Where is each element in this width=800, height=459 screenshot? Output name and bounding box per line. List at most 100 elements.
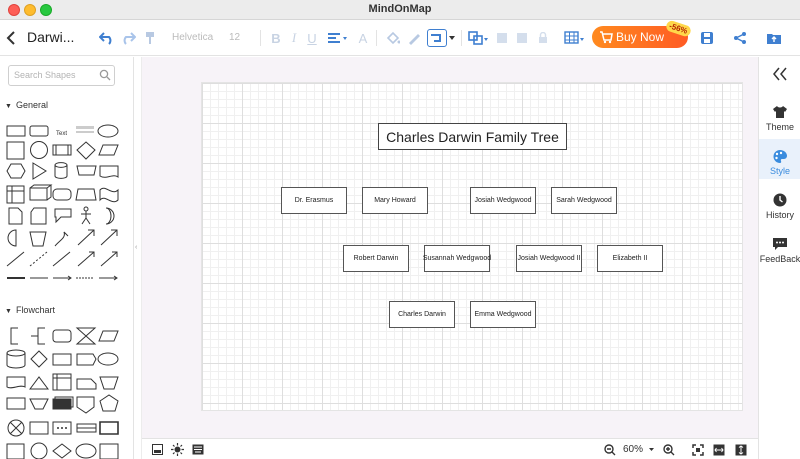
zoom-in-icon[interactable] bbox=[663, 444, 675, 456]
share-icon bbox=[734, 32, 746, 44]
outline-icon[interactable] bbox=[152, 444, 163, 455]
lock-icon bbox=[539, 32, 547, 43]
text-shape: Text bbox=[56, 131, 67, 137]
underline-icon[interactable]: U bbox=[304, 20, 320, 56]
send-back-button[interactable] bbox=[514, 20, 530, 56]
node-robert-darwin[interactable]: Robert Darwin bbox=[343, 245, 409, 272]
shape-library-panel: Search Shapes ▼ General Text ▼ Flowchart bbox=[0, 57, 134, 459]
search-icon bbox=[99, 69, 111, 81]
layer-up-icon bbox=[497, 33, 507, 43]
redo-button[interactable] bbox=[118, 20, 138, 56]
align-icon bbox=[328, 33, 347, 43]
panel-tab-history-label: History bbox=[765, 210, 794, 220]
panel-divider[interactable] bbox=[134, 57, 142, 459]
node-susannah-wedgwood[interactable]: Susannah Wedgwood bbox=[423, 245, 491, 272]
pen-icon bbox=[409, 34, 420, 45]
chevron-down-icon[interactable] bbox=[649, 448, 654, 451]
bold-icon[interactable]: B bbox=[268, 20, 284, 56]
table-button[interactable] bbox=[563, 20, 585, 56]
panel-tab-theme-label: Theme bbox=[765, 122, 794, 132]
node-charles-darwin[interactable]: Charles Darwin bbox=[389, 301, 455, 328]
arrange-button[interactable] bbox=[467, 20, 489, 56]
buy-now-label: Buy Now bbox=[616, 30, 665, 44]
node-sarah-wedgwood[interactable]: Sarah Wedgwood bbox=[551, 187, 617, 214]
lock-button[interactable] bbox=[535, 20, 551, 56]
section-general[interactable]: ▼ General bbox=[5, 100, 48, 110]
fit-width-icon[interactable] bbox=[713, 444, 725, 456]
triangle-down-icon: ▼ bbox=[5, 103, 12, 110]
node-josiah-wedgwood-ii[interactable]: Josiah Wedgwood II bbox=[516, 245, 582, 272]
italic-icon[interactable]: I bbox=[286, 20, 302, 56]
document-title[interactable]: Darwi... bbox=[27, 29, 74, 45]
panel-tab-feedback-label: FeedBack bbox=[759, 254, 800, 264]
zoom-level[interactable]: 60% bbox=[623, 444, 643, 455]
divider bbox=[461, 30, 462, 46]
triangle-down-icon: ▼ bbox=[5, 308, 12, 315]
fit-screen-icon[interactable] bbox=[692, 444, 704, 456]
node-josiah-wedgwood[interactable]: Josiah Wedgwood bbox=[470, 187, 536, 214]
export-icon bbox=[767, 34, 781, 44]
panel-tab-feedback[interactable]: FeedBack bbox=[759, 227, 800, 267]
node-emma-wedgwood[interactable]: Emma Wedgwood bbox=[470, 301, 536, 328]
font-size-select[interactable]: 12 bbox=[229, 32, 240, 43]
chevron-left-icon bbox=[6, 31, 15, 45]
undo-icon bbox=[99, 32, 112, 45]
double-chevron-left-icon bbox=[773, 67, 787, 81]
text-color-icon[interactable]: A bbox=[355, 20, 371, 56]
paint-bucket-icon bbox=[386, 31, 400, 45]
feedback-icon bbox=[773, 238, 787, 250]
theme-sun-icon[interactable] bbox=[171, 443, 184, 456]
shape-search-input[interactable]: Search Shapes bbox=[8, 65, 115, 86]
diagram-page[interactable]: Charles Darwin Family Tree Dr. Erasmus M… bbox=[201, 82, 743, 411]
table-icon bbox=[564, 31, 584, 44]
fullscreen-icon[interactable] bbox=[735, 444, 747, 456]
shirt-icon bbox=[773, 106, 787, 118]
bring-front-button[interactable] bbox=[494, 20, 510, 56]
collapse-left-panel-icon[interactable]: ‹ bbox=[135, 244, 137, 251]
diagram-title-node[interactable]: Charles Darwin Family Tree bbox=[378, 123, 567, 150]
cart-icon bbox=[600, 31, 613, 44]
undo-button[interactable] bbox=[97, 20, 117, 56]
fill-color-button[interactable] bbox=[384, 20, 402, 56]
node-elizabeth-ii[interactable]: Elizabeth II bbox=[597, 245, 663, 272]
zoom-out-icon[interactable] bbox=[604, 444, 616, 456]
clock-icon bbox=[773, 193, 787, 207]
share-button[interactable] bbox=[731, 20, 749, 56]
export-button[interactable] bbox=[765, 20, 783, 56]
collapse-right-panel-button[interactable] bbox=[772, 67, 788, 86]
title-bar: MindOnMap bbox=[0, 0, 800, 20]
search-placeholder: Search Shapes bbox=[14, 70, 76, 80]
section-flowchart[interactable]: ▼ Flowchart bbox=[5, 305, 55, 315]
panel-tab-style-label: Style bbox=[769, 166, 790, 176]
font-family-select[interactable]: Helvetica bbox=[172, 32, 213, 43]
chevron-down-icon bbox=[449, 36, 455, 40]
node-dr-erasmus[interactable]: Dr. Erasmus bbox=[281, 187, 347, 214]
flowchart-shapes-grid[interactable] bbox=[0, 323, 134, 459]
save-button[interactable] bbox=[698, 20, 716, 56]
keyboard-icon[interactable] bbox=[192, 444, 204, 455]
brush-icon bbox=[146, 32, 154, 44]
divider bbox=[260, 30, 261, 46]
canvas-area[interactable]: Charles Darwin Family Tree Dr. Erasmus M… bbox=[142, 57, 758, 438]
layer-down-icon bbox=[517, 33, 527, 43]
node-mary-howard[interactable]: Mary Howard bbox=[362, 187, 428, 214]
back-button[interactable] bbox=[2, 20, 20, 56]
status-bar: 60% bbox=[142, 438, 758, 459]
save-icon bbox=[701, 32, 713, 44]
palette-icon bbox=[773, 150, 787, 163]
align-button[interactable] bbox=[324, 20, 350, 56]
panel-tab-theme[interactable]: Theme bbox=[759, 95, 800, 135]
arrange-icon bbox=[468, 31, 488, 45]
right-panel: Theme Style History FeedBack bbox=[758, 57, 800, 459]
connector-style-button[interactable] bbox=[426, 20, 456, 56]
line-color-button[interactable] bbox=[405, 20, 423, 56]
section-flowchart-label: Flowchart bbox=[15, 305, 55, 315]
divider bbox=[376, 30, 377, 46]
redo-icon bbox=[123, 32, 136, 45]
connector-icon bbox=[427, 29, 447, 47]
panel-tab-history[interactable]: History bbox=[759, 183, 800, 223]
general-shapes-grid[interactable]: Text bbox=[0, 120, 134, 290]
panel-tab-style[interactable]: Style bbox=[759, 139, 800, 179]
format-painter-button[interactable] bbox=[140, 20, 160, 56]
section-general-label: General bbox=[15, 100, 48, 110]
